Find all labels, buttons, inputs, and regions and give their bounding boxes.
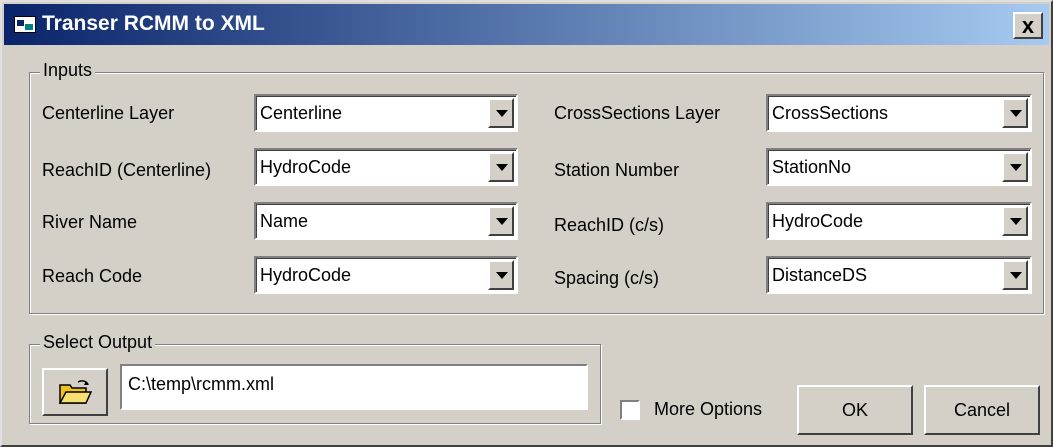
chevron-down-icon[interactable]	[488, 260, 514, 290]
output-path-value: C:\temp\rcmm.xml	[128, 374, 274, 394]
spacing-cs-value: DistanceDS	[772, 265, 868, 285]
crosssections-layer-label: CrossSections Layer	[554, 103, 721, 123]
app-icon	[14, 16, 36, 33]
river-name-label: River Name	[42, 212, 138, 232]
spacing-cs-select[interactable]: DistanceDS	[766, 256, 1032, 294]
chevron-down-icon[interactable]	[1002, 98, 1028, 128]
spacing-cs-label: Spacing (c/s)	[554, 268, 660, 288]
reach-code-select[interactable]: HydroCode	[254, 256, 518, 294]
output-path-input[interactable]: C:\temp\rcmm.xml	[120, 364, 588, 410]
chevron-down-icon[interactable]	[1002, 152, 1028, 182]
browse-button[interactable]	[42, 368, 108, 416]
chevron-down-icon[interactable]	[488, 152, 514, 182]
cancel-button[interactable]: Cancel	[924, 385, 1040, 435]
reach-code-value: HydroCode	[260, 265, 352, 285]
output-legend: Select Output	[40, 332, 156, 353]
ok-button[interactable]: OK	[797, 385, 913, 435]
reachid-centerline-label: ReachID (Centerline)	[42, 160, 212, 180]
title-bar[interactable]: Transer RCMM to XML x	[4, 4, 1049, 45]
window-title: Transer RCMM to XML	[42, 12, 265, 35]
river-name-select[interactable]: Name	[254, 202, 518, 240]
reachid-cs-label: ReachID (c/s)	[554, 215, 665, 235]
reachid-centerline-value: HydroCode	[260, 157, 352, 177]
more-options-checkbox[interactable]	[620, 400, 640, 420]
dialog-window: Transer RCMM to XML x Inputs Centerline …	[0, 0, 1053, 447]
inputs-legend: Inputs	[40, 60, 96, 81]
chevron-down-icon[interactable]	[1002, 206, 1028, 236]
reachid-cs-value: HydroCode	[772, 211, 864, 231]
crosssections-layer-select[interactable]: CrossSections	[766, 94, 1032, 132]
river-name-value: Name	[260, 211, 309, 231]
chevron-down-icon[interactable]	[488, 206, 514, 236]
chevron-down-icon[interactable]	[488, 98, 514, 128]
reach-code-label: Reach Code	[42, 266, 143, 286]
reachid-cs-select[interactable]: HydroCode	[766, 202, 1032, 240]
station-number-select[interactable]: StationNo	[766, 148, 1032, 186]
folder-open-icon	[58, 380, 93, 404]
crosssections-layer-value: CrossSections	[772, 103, 889, 123]
close-button[interactable]: x	[1013, 12, 1043, 39]
close-icon: x	[1021, 13, 1035, 38]
station-number-value: StationNo	[772, 157, 852, 177]
reachid-centerline-select[interactable]: HydroCode	[254, 148, 518, 186]
centerline-layer-label: Centerline Layer	[42, 103, 175, 123]
centerline-layer-value: Centerline	[260, 103, 343, 123]
centerline-layer-select[interactable]: Centerline	[254, 94, 518, 132]
more-options-label[interactable]: More Options	[654, 399, 762, 420]
chevron-down-icon[interactable]	[1002, 260, 1028, 290]
station-number-label: Station Number	[554, 160, 680, 180]
